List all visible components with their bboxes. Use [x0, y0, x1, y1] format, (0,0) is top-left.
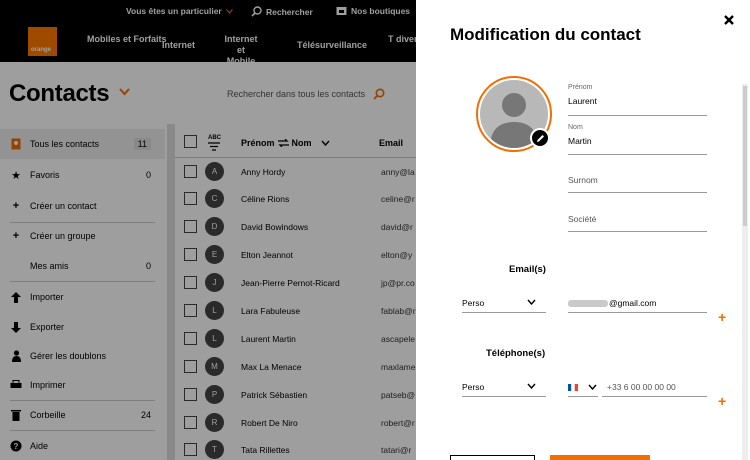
phone-placeholder: +33 6 00 00 00 00: [607, 382, 676, 392]
first-name-field[interactable]: Prénom Laurent: [568, 82, 707, 116]
first-name-label: Prénom: [568, 84, 593, 91]
pencil-icon: [536, 134, 544, 142]
last-name-field[interactable]: Nom Martin: [568, 122, 707, 155]
phone-input[interactable]: +33 6 00 00 00 00: [602, 379, 707, 397]
modal-backdrop[interactable]: [0, 0, 416, 460]
phone-type-value: Perso: [462, 382, 485, 392]
email-type-select[interactable]: Perso: [462, 295, 546, 313]
company-placeholder: Société: [568, 214, 597, 224]
company-field[interactable]: Société: [568, 209, 707, 232]
chevron-down-icon: [527, 299, 536, 305]
last-name-value: Martin: [568, 136, 592, 146]
chevron-down-icon: [527, 383, 536, 389]
close-icon[interactable]: [722, 13, 736, 27]
chevron-down-icon: [588, 384, 597, 390]
add-email-button[interactable]: +: [718, 310, 726, 324]
edit-photo-button[interactable]: [530, 128, 550, 148]
last-name-label: Nom: [568, 124, 583, 131]
cancel-button[interactable]: [450, 455, 535, 460]
france-flag-icon: [568, 384, 578, 391]
add-phone-button[interactable]: +: [718, 394, 726, 408]
country-code-select[interactable]: [568, 379, 598, 397]
redacted-blur: [568, 300, 608, 308]
email-type-value: Perso: [462, 298, 485, 308]
save-button[interactable]: [550, 455, 650, 460]
nickname-field[interactable]: Surnom: [568, 170, 707, 193]
email-value-wrap: @gmail.com: [568, 298, 656, 308]
panel-scrollbar-thumb[interactable]: [743, 86, 747, 226]
phone-type-select[interactable]: Perso: [462, 379, 546, 397]
nickname-placeholder: Surnom: [568, 175, 598, 185]
phone-section-title: Téléphone(s): [486, 348, 546, 359]
edit-contact-panel: Modification du contact Prénom Laurent N…: [416, 0, 750, 460]
email-value: @gmail.com: [609, 298, 657, 308]
email-input[interactable]: @gmail.com: [568, 295, 707, 313]
email-section-title: Email(s): [509, 264, 546, 275]
panel-title: Modification du contact: [450, 25, 641, 44]
first-name-value: Laurent: [568, 96, 597, 106]
